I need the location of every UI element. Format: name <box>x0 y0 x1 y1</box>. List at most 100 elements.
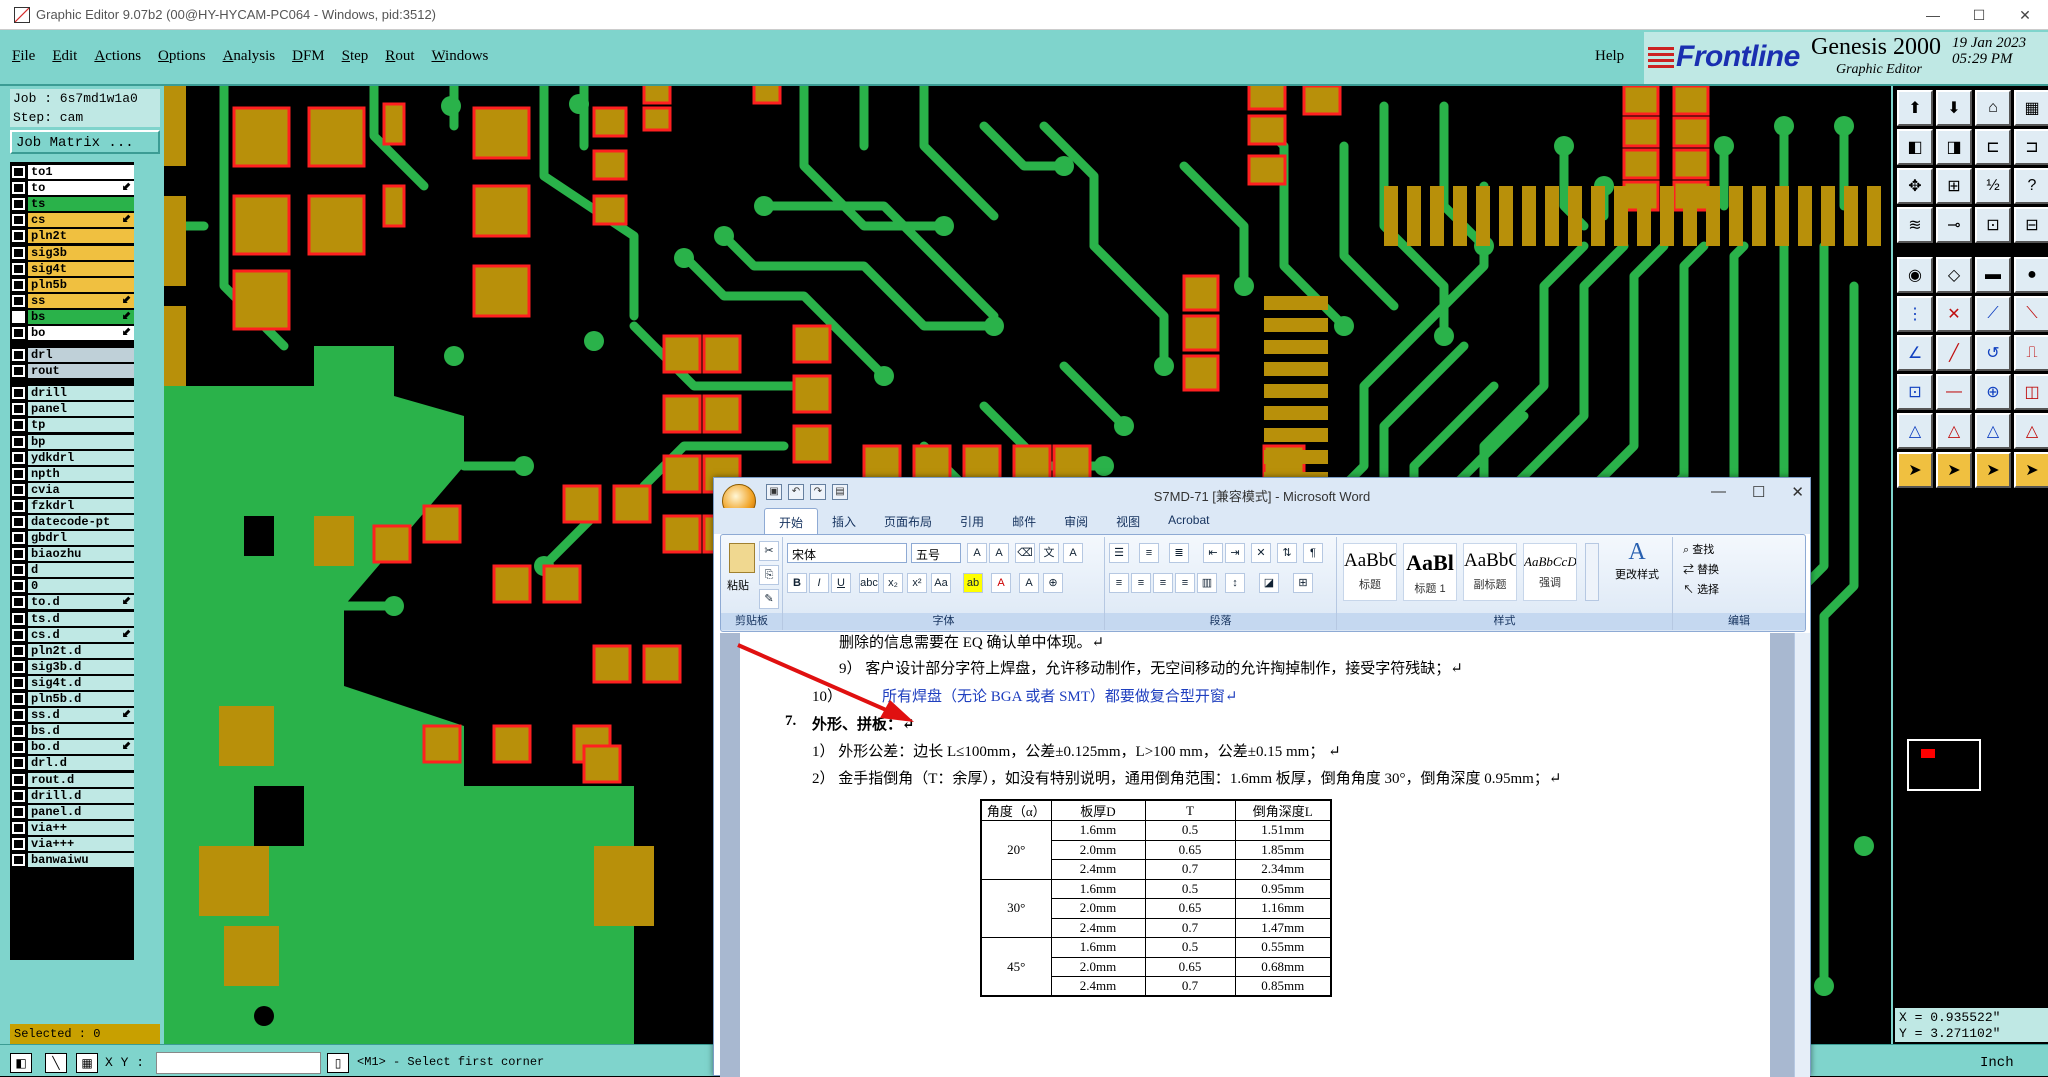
layer-row-rout[interactable]: rout <box>12 363 134 379</box>
word-close-button[interactable]: ✕ <box>1791 483 1804 501</box>
layer-name[interactable]: drl <box>27 348 134 363</box>
layer-row-ss.d[interactable]: ss.d ⬋ <box>12 707 134 723</box>
styles-scroll[interactable] <box>1585 543 1599 601</box>
tab-view[interactable]: 视图 <box>1102 508 1154 534</box>
layer-row-drill.d[interactable]: drill.d <box>12 788 134 804</box>
tab-references[interactable]: 引用 <box>946 508 998 534</box>
layer-name[interactable]: fzkdrl <box>27 498 134 513</box>
layers-icon[interactable]: ▦ <box>2014 90 2048 126</box>
layer-name[interactable]: banwaiwu <box>27 852 134 867</box>
delete-icon[interactable]: ✕ <box>1936 296 1972 332</box>
underline-icon[interactable]: U <box>831 573 851 593</box>
layer-checkbox[interactable] <box>12 435 25 448</box>
layer-name[interactable]: rout <box>27 364 134 379</box>
layer-name[interactable]: ts <box>27 197 134 212</box>
layer-row-sig4t[interactable]: sig4t <box>12 261 134 277</box>
borders-icon[interactable]: ⊞ <box>1293 573 1313 593</box>
layer-row-bo[interactable]: bo ⬋ <box>12 325 134 341</box>
format-painter-icon[interactable]: ✎ <box>759 589 779 609</box>
layer-row-ts[interactable]: ts <box>12 196 134 212</box>
layer-row-drl.d[interactable]: drl.d <box>12 755 134 771</box>
layer-name[interactable]: drl.d <box>27 756 134 771</box>
clear-format-icon[interactable]: ⌫ <box>1015 543 1035 563</box>
layer-name[interactable]: rout.d <box>27 772 134 787</box>
layer-checkbox[interactable] <box>12 789 25 802</box>
box-icon[interactable]: ⊡ <box>1897 374 1933 410</box>
cross-icon[interactable]: ⊕ <box>1975 374 2011 410</box>
layer-checkbox[interactable] <box>12 821 25 834</box>
layer-row-to[interactable]: to ⬋ <box>12 180 134 196</box>
tab-mailings[interactable]: 邮件 <box>998 508 1050 534</box>
tab-acrobat[interactable]: Acrobat <box>1154 508 1223 534</box>
pointer2-icon[interactable]: ➤ <box>1936 452 1972 488</box>
italic-icon[interactable]: I <box>809 573 829 593</box>
layer-name[interactable]: 0 <box>27 579 134 594</box>
char-border-icon[interactable]: A <box>1063 543 1083 563</box>
enclose-char-icon[interactable]: ⊕ <box>1043 573 1063 593</box>
copy-icon[interactable]: ◫ <box>2014 374 2048 410</box>
triangle-icon[interactable]: △ <box>1897 413 1933 449</box>
layer-row-datecode-pt[interactable]: datecode-pt <box>12 514 134 530</box>
layer-name[interactable]: sig4t <box>27 261 134 276</box>
angle-icon[interactable]: ∠ <box>1897 335 1933 371</box>
layer-name[interactable]: biaozhu <box>27 547 134 562</box>
compare-icon[interactable]: ⊟ <box>2014 207 2048 243</box>
pause-icon[interactable]: ▯ <box>327 1053 349 1073</box>
shading-icon[interactable]: ◪ <box>1259 573 1279 593</box>
layer-row-rout.d[interactable]: rout.d <box>12 771 134 787</box>
layer-name[interactable]: via++ <box>27 820 134 835</box>
layer-name[interactable]: pln2t <box>27 229 134 244</box>
layer-checkbox[interactable] <box>12 326 25 339</box>
layer-checkbox[interactable] <box>12 182 25 195</box>
layer-checkbox[interactable] <box>12 230 25 243</box>
layer-name[interactable]: d <box>27 563 134 578</box>
layer-name[interactable]: npth <box>27 466 134 481</box>
align-left-icon[interactable]: ≡ <box>1109 573 1129 593</box>
layer-name[interactable]: sig4t.d <box>27 675 134 690</box>
line-spacing-icon[interactable]: ↕ <box>1225 573 1245 593</box>
pad-icon[interactable]: ◉ <box>1897 257 1933 293</box>
pan-left-icon[interactable]: ◧ <box>1897 129 1933 165</box>
minimize-button[interactable]: — <box>1910 0 1956 30</box>
superscript-icon[interactable]: x² <box>907 573 927 593</box>
strikethrough-icon[interactable]: abc <box>859 573 879 593</box>
move-down-icon[interactable]: ⬇ <box>1936 90 1972 126</box>
menu-dfm[interactable]: DFM <box>292 48 325 65</box>
layer-checkbox[interactable] <box>12 467 25 480</box>
pan-right-icon[interactable]: ◨ <box>1936 129 1972 165</box>
layer-checkbox[interactable] <box>12 725 25 738</box>
change-case-icon[interactable]: Aa <box>931 573 951 593</box>
layer-name[interactable]: ss ⬋ <box>27 293 134 308</box>
vertical-scrollbar[interactable] <box>1794 633 1810 1077</box>
layer-name[interactable]: sig3b.d <box>27 659 134 674</box>
layer-name[interactable]: drill <box>27 386 134 401</box>
highlight-icon[interactable]: ab <box>963 573 983 593</box>
layer-checkbox[interactable] <box>12 365 25 378</box>
layer-name[interactable]: panel <box>27 402 134 417</box>
style-subtitle[interactable]: AaBbC 副标题 <box>1463 543 1517 601</box>
multilevel-icon[interactable]: ≣ <box>1169 543 1189 563</box>
shrink-font-icon[interactable]: A <box>989 543 1009 563</box>
layer-row-ydkdrl[interactable]: ydkdrl <box>12 450 134 466</box>
copy-icon[interactable]: ⎘ <box>759 565 779 585</box>
menu-options[interactable]: Options <box>158 48 206 65</box>
layer-row-via+++[interactable]: via+++ <box>12 836 134 852</box>
layer-name[interactable]: cvia <box>27 482 134 497</box>
layer-row-tp[interactable]: tp <box>12 417 134 433</box>
layer-name[interactable]: pln5b <box>27 277 134 292</box>
layer-row-banwaiwu[interactable]: banwaiwu <box>12 852 134 868</box>
layer-row-drill[interactable]: drill <box>12 385 134 401</box>
layer-name[interactable]: ts.d <box>27 611 134 626</box>
layer-checkbox[interactable] <box>12 483 25 496</box>
fit-icon[interactable]: ✥ <box>1897 168 1933 204</box>
zoom-out-icon[interactable]: ⊐ <box>2014 129 2048 165</box>
layer-checkbox[interactable] <box>12 198 25 211</box>
replace-button[interactable]: ⇄ 替换 <box>1683 561 1719 577</box>
close-button[interactable]: ✕ <box>2002 0 2048 30</box>
layer-row-panel[interactable]: panel <box>12 401 134 417</box>
layer-checkbox[interactable] <box>12 709 25 722</box>
font-name-select[interactable]: 宋体 <box>787 543 907 563</box>
grid-icon[interactable]: ▦ <box>76 1053 98 1073</box>
snap-icon[interactable]: ⊸ <box>1936 207 1972 243</box>
layer-name[interactable]: bo.d ⬋ <box>27 740 134 755</box>
